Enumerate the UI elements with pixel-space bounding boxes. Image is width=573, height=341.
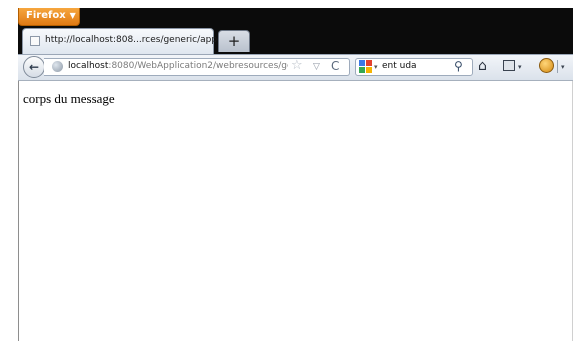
- history-dropdown-icon[interactable]: ▽: [313, 59, 320, 75]
- chevron-down-icon: ▼: [69, 11, 76, 20]
- reload-icon[interactable]: C: [331, 58, 339, 74]
- url-path: :8080/WebApplication2/webresources/gener…: [108, 61, 288, 71]
- addon-icon[interactable]: [539, 58, 554, 73]
- toolbar-separator: [557, 60, 558, 73]
- firefox-menu-label: Firefox: [26, 10, 66, 21]
- url-host: localhost: [68, 61, 109, 71]
- bookmark-star-icon[interactable]: ☆: [291, 58, 303, 74]
- bookmarks-icon[interactable]: [503, 60, 515, 71]
- title-bar: [18, 8, 573, 28]
- window-border-left: [18, 81, 19, 341]
- firefox-menu-button[interactable]: Firefox ▼: [18, 8, 80, 26]
- search-engine-dropdown-icon[interactable]: ▾: [374, 60, 378, 74]
- browser-window: Firefox ▼ http://localhost:808...rces/gen…: [0, 0, 573, 341]
- url-text[interactable]: localhost:8080/WebApplication2/webresour…: [68, 61, 288, 71]
- tab-active[interactable]: http://localhost:808...rces/generic/appe…: [22, 28, 234, 54]
- search-input[interactable]: ent uda: [382, 61, 417, 71]
- new-tab-button[interactable]: +: [218, 30, 250, 52]
- page-content: [18, 81, 573, 341]
- google-icon[interactable]: [359, 60, 372, 73]
- back-button[interactable]: ←: [23, 56, 45, 78]
- page-icon: [30, 36, 40, 46]
- home-icon[interactable]: ⌂: [478, 58, 487, 74]
- globe-icon[interactable]: [52, 61, 63, 72]
- addon-dropdown-icon[interactable]: ▾: [561, 60, 565, 74]
- tab-title: http://localhost:808...rces/generic/appe…: [45, 35, 234, 45]
- page-body-text: corps du message: [23, 91, 115, 106]
- search-icon[interactable]: ⚲: [454, 58, 463, 74]
- bookmarks-dropdown-icon[interactable]: ▾: [518, 60, 522, 74]
